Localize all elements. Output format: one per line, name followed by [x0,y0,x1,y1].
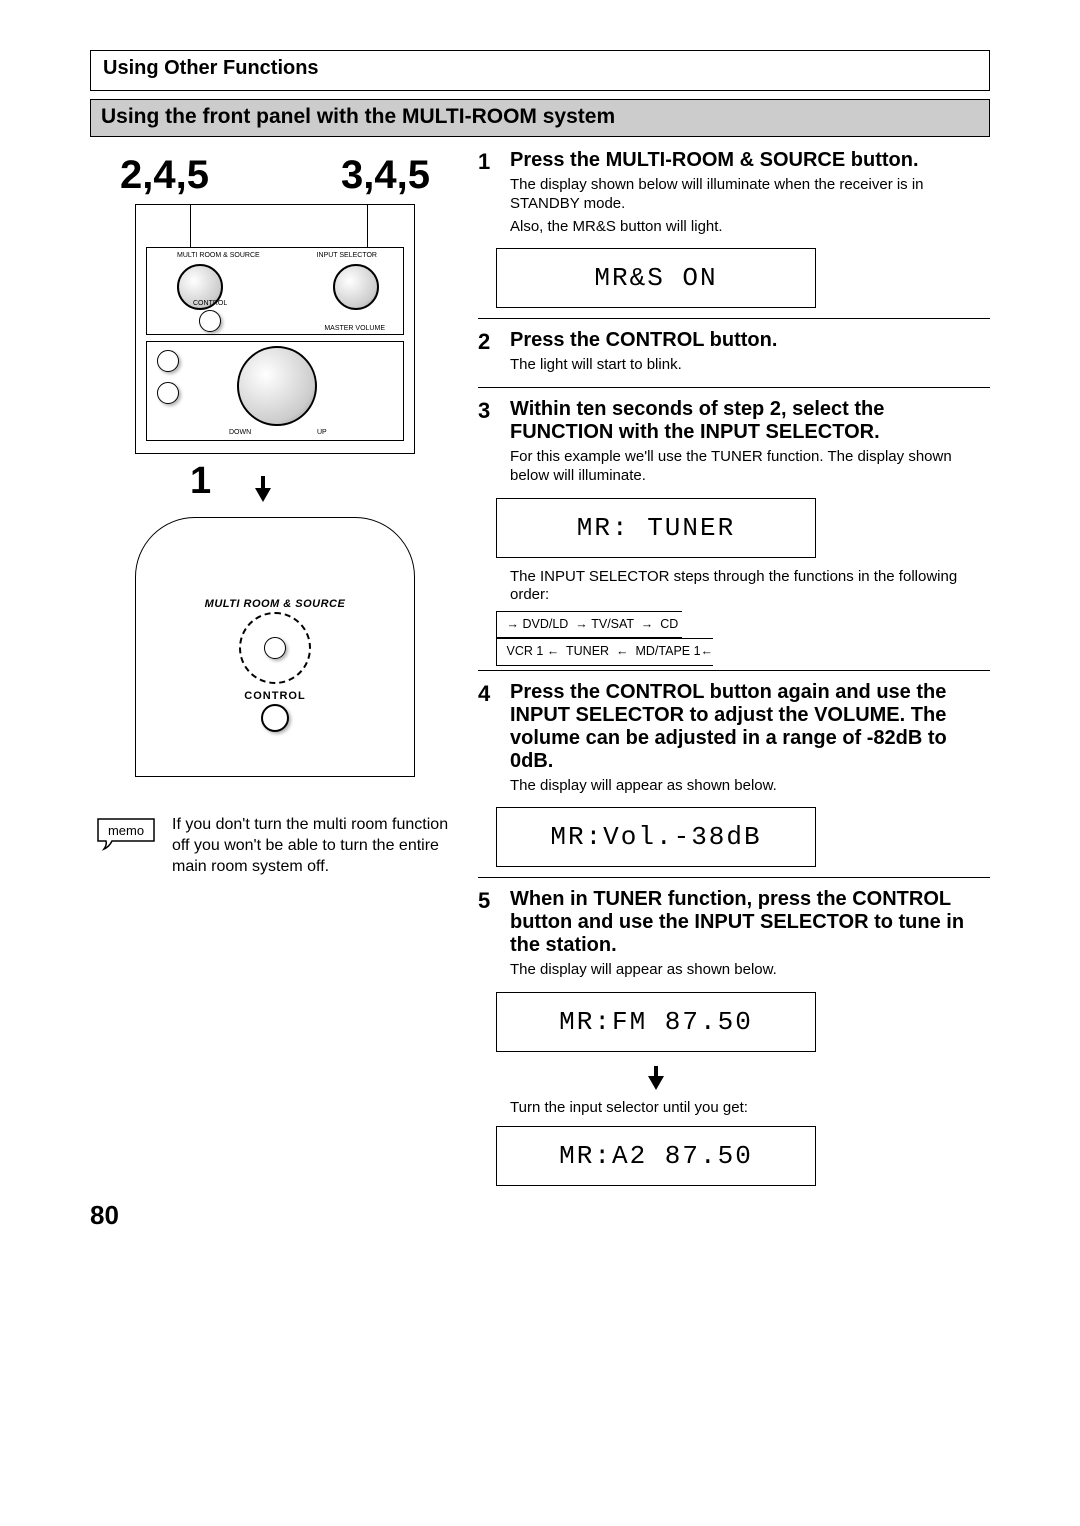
subtitle-box: Using the front panel with the MULTI-ROO… [90,99,990,137]
label-down: DOWN [229,429,251,436]
label-mr-source: MULTI ROOM & SOURCE [177,252,260,259]
step-3: 3 Within ten seconds of step 2, select t… [478,398,990,490]
right-column: 1 Press the MULTI-ROOM & SOURCE button. … [478,149,990,1196]
diagram-top-labels: 2,4,5 3,4,5 [90,153,460,204]
step-title: Press the MULTI-ROOM & SOURCE button. [510,149,990,172]
down-arrow-icon [255,488,271,502]
master-volume-dial-icon [237,346,317,426]
memo-row: memo If you don't turn the multi room fu… [90,815,460,877]
cycle-item: CD [660,617,678,631]
lcd-display: MR:A2 87.50 [496,1126,816,1186]
cycle-item: DVD/LD [522,617,568,631]
label-control-small: CONTROL [193,300,227,307]
step-num: 5 [478,888,500,984]
input-selector-dial-icon [333,264,379,310]
arrow-stem [261,476,265,488]
step-desc: The display will appear as shown below. [510,777,990,796]
step-num: 2 [478,329,500,379]
lcd-display: MR: TUNER [496,498,816,558]
subtitle-text: Using the front panel with the MULTI-ROO… [101,105,979,129]
callout-1: 1 [190,460,211,503]
step-desc: The INPUT SELECTOR steps through the fun… [510,568,990,606]
center-knob-icon [264,637,286,659]
leader-line [367,205,368,247]
step-title: Within ten seconds of step 2, select the… [510,398,990,444]
step-desc: The display shown below will illuminate … [510,176,990,214]
step-title: Press the CONTROL button. [510,329,990,352]
control-knob-icon [199,310,221,332]
step-5: 5 When in TUNER function, press the CONT… [478,888,990,984]
step-num: 4 [478,681,500,800]
memo-badge-icon: memo [94,815,158,860]
cycle-item: MD/TAPE 1 [635,644,700,658]
cycle-row-top: → DVD/LD → TV/SAT → CD [496,611,682,638]
divider [478,318,990,319]
label-245: 2,4,5 [120,153,209,198]
cycle-diagram: → DVD/LD → TV/SAT → CD VCR 1 ← TUNER ← M… [496,611,990,666]
cycle-item: VCR 1 [506,644,543,658]
step-desc: The display will appear as shown below. [510,961,990,980]
leader-line [190,205,191,247]
divider [478,387,990,388]
section-title: Using Other Functions [103,57,977,80]
step-4: 4 Press the CONTROL button again and use… [478,681,990,800]
step-num: 1 [478,149,500,240]
cycle-item: TUNER [566,644,609,658]
label-master-volume: MASTER VOLUME [324,325,385,332]
step-title: When in TUNER function, press the CONTRO… [510,888,990,957]
label-mr-source-cap: MULTI ROOM & SOURCE [146,598,404,610]
lcd-display: MR:FM 87.50 [496,992,816,1052]
divider [478,670,990,671]
left-column: 2,4,5 3,4,5 MULTI ROOM & SOURCE INPUT SE… [90,149,460,1196]
tuning-knob-icon [157,350,179,372]
cycle-row-bottom: VCR 1 ← TUNER ← MD/TAPE 1← [496,638,713,665]
step-num: 3 [478,398,500,490]
divider [478,877,990,878]
dashed-ring-icon [239,612,311,684]
step-desc: Turn the input selector until you get: [510,1099,990,1118]
label-345: 3,4,5 [341,153,430,198]
label-up: UP [317,429,327,436]
step-title: Press the CONTROL button again and use t… [510,681,990,773]
step-desc: The light will start to blink. [510,356,990,375]
step-1: 1 Press the MULTI-ROOM & SOURCE button. … [478,149,990,240]
content-row: 2,4,5 3,4,5 MULTI ROOM & SOURCE INPUT SE… [90,149,990,1196]
aux-knob-icon [157,382,179,404]
closeup-diagram: MULTI ROOM & SOURCE CONTROL [135,517,415,777]
memo-label: memo [108,823,144,838]
lcd-display: MR&S ON [496,248,816,308]
memo-text: If you don't turn the multi room functio… [172,815,456,877]
step-2: 2 Press the CONTROL button. The light wi… [478,329,990,379]
page-frame: Using Other Functions Using the front pa… [90,50,990,1231]
page-number: 80 [90,1200,990,1231]
down-arrow-icon [648,1066,664,1090]
lcd-display: MR:Vol.-38dB [496,807,816,867]
step-desc: Also, the MR&S button will light. [510,218,990,237]
control-knob2-icon [261,704,289,732]
label-control-cap: CONTROL [146,690,404,702]
step-desc: For this example we'll use the TUNER fun… [510,448,990,486]
cycle-item: TV/SAT [591,617,634,631]
label-input-selector: INPUT SELECTOR [317,252,377,259]
front-panel-diagram: MULTI ROOM & SOURCE INPUT SELECTOR CONTR… [135,204,415,454]
header-box: Using Other Functions [90,50,990,91]
